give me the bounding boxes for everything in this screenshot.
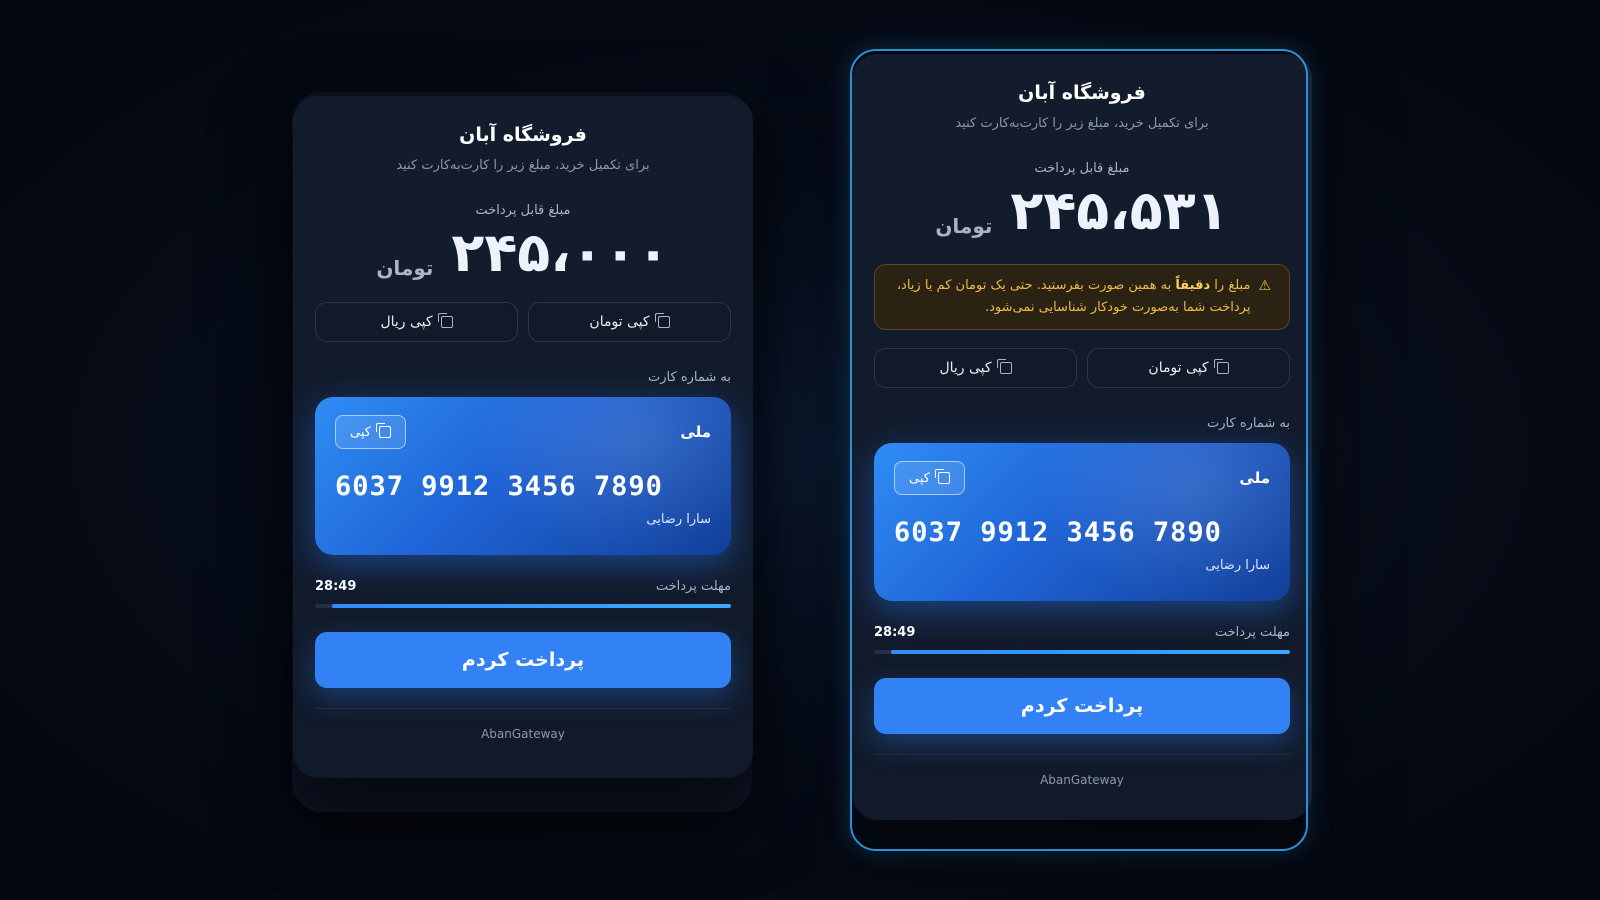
- bank-card-header: ملی کپی: [894, 461, 1270, 495]
- card-number-label: به شماره کارت: [1207, 416, 1290, 431]
- timer-progress-fill: [890, 650, 1290, 654]
- copy-icon: [437, 313, 453, 328]
- footer-brand: AbanGateway: [1040, 773, 1124, 787]
- divider: [315, 708, 731, 709]
- warning-text: مبلغ را دقیقاً به همین صورت بفرستید. حتی…: [893, 275, 1251, 319]
- footer-brand: AbanGateway: [481, 727, 565, 741]
- timer-progress-fill: [331, 604, 731, 608]
- timer-value: 28:49: [315, 579, 357, 594]
- copy-icon: [1213, 359, 1229, 374]
- copy-toman-button[interactable]: کپی تومان: [528, 302, 731, 342]
- copy-card-number-button[interactable]: کپی: [335, 415, 406, 449]
- store-title: فروشگاه آبان: [459, 124, 587, 146]
- copy-icon: [654, 313, 670, 328]
- amount-row: ۲۴۵،۵۳۱ تومان: [874, 180, 1290, 242]
- exact-amount-warning: ⚠ مبلغ را دقیقاً به همین صورت بفرستید. ح…: [874, 264, 1290, 330]
- bank-name: ملی: [1239, 469, 1270, 487]
- timer-value: 28:49: [874, 625, 916, 640]
- amount-currency: تومان: [935, 214, 993, 238]
- amount-label: مبلغ قابل پرداخت: [1034, 161, 1130, 176]
- bank-card: ملی کپی 6037 9912 3456 7890 سارا رضایی: [874, 443, 1290, 601]
- copy-card-label: کپی: [350, 424, 371, 440]
- copy-toman-label: کپی تومان: [589, 314, 650, 330]
- card-holder-name: سارا رضایی: [646, 512, 711, 527]
- copy-rial-button[interactable]: کپی ریال: [315, 302, 518, 342]
- payment-card-left: فروشگاه آبان برای تکمیل خرید، مبلغ زیر ر…: [293, 96, 753, 778]
- timer-row: مهلت پرداخت 28:49: [874, 625, 1290, 640]
- bank-card: ملی کپی 6037 9912 3456 7890 سارا رضایی: [315, 397, 731, 555]
- amount-currency: تومان: [376, 256, 434, 280]
- bank-name: ملی: [680, 423, 711, 441]
- timer-row: مهلت پرداخت 28:49: [315, 579, 731, 594]
- copy-amount-row: کپی تومان کپی ریال: [874, 348, 1290, 388]
- timer-progress-bar: [315, 604, 731, 608]
- card-number-label: به شماره کارت: [648, 370, 731, 385]
- store-subtitle: برای تکمیل خرید، مبلغ زیر را کارت‌به‌کار…: [955, 116, 1209, 131]
- copy-icon: [996, 359, 1012, 374]
- paid-button[interactable]: پرداخت کردم: [874, 678, 1290, 734]
- copy-amount-row: کپی تومان کپی ریال: [315, 302, 731, 342]
- divider: [874, 754, 1290, 755]
- copy-toman-button[interactable]: کپی تومان: [1087, 348, 1290, 388]
- timer-progress-bar: [874, 650, 1290, 654]
- bank-card-header: ملی کپی: [335, 415, 711, 449]
- timer-label: مهلت پرداخت: [1214, 625, 1290, 640]
- copy-toman-label: کپی تومان: [1148, 360, 1209, 376]
- store-subtitle: برای تکمیل خرید، مبلغ زیر را کارت‌به‌کار…: [396, 158, 650, 173]
- copy-card-number-button[interactable]: کپی: [894, 461, 965, 495]
- paid-button[interactable]: پرداخت کردم: [315, 632, 731, 688]
- amount-row: ۲۴۵،۰۰۰ تومان: [315, 222, 731, 284]
- card-number: 6037 9912 3456 7890: [335, 471, 663, 502]
- amount-value: ۲۴۵،۵۳۱: [1010, 179, 1229, 242]
- copy-rial-label: کپی ریال: [939, 360, 992, 376]
- payment-card-right: فروشگاه آبان برای تکمیل خرید، مبلغ زیر ر…: [852, 54, 1312, 820]
- warning-text-emphasis: دقیقاً: [1175, 278, 1211, 293]
- copy-rial-button[interactable]: کپی ریال: [874, 348, 1077, 388]
- copy-rial-label: کپی ریال: [380, 314, 433, 330]
- amount-value: ۲۴۵،۰۰۰: [451, 221, 670, 284]
- stage: فروشگاه آبان برای تکمیل خرید، مبلغ زیر ر…: [0, 0, 1600, 900]
- card-holder-name: سارا رضایی: [1205, 558, 1270, 573]
- copy-icon: [934, 469, 950, 484]
- store-title: فروشگاه آبان: [1018, 82, 1146, 104]
- warning-text-before: مبلغ را: [1214, 278, 1251, 293]
- warning-icon: ⚠: [1258, 278, 1271, 294]
- copy-icon: [375, 423, 391, 438]
- card-number: 6037 9912 3456 7890: [894, 517, 1222, 548]
- timer-label: مهلت پرداخت: [655, 579, 731, 594]
- amount-label: مبلغ قابل پرداخت: [475, 203, 571, 218]
- copy-card-label: کپی: [909, 470, 930, 486]
